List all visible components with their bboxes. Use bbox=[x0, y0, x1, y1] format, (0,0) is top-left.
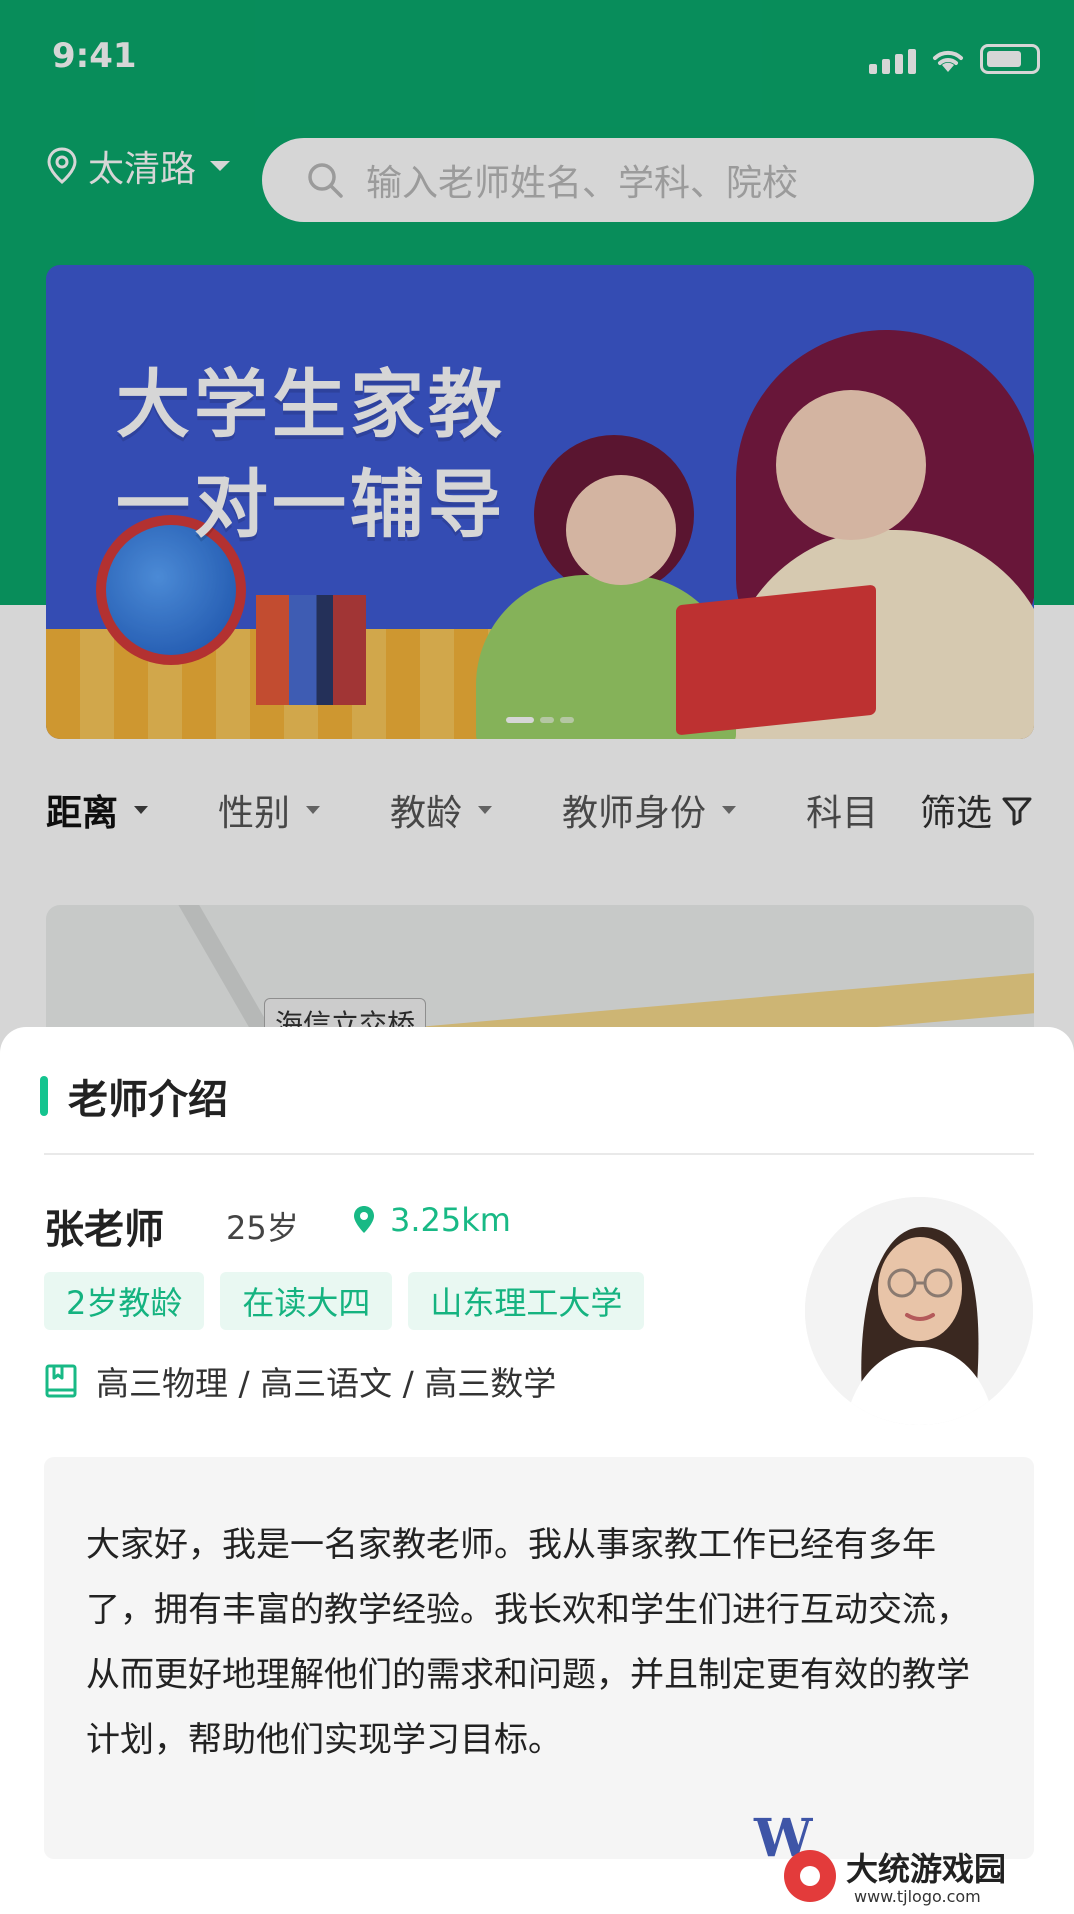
tag-university: 山东理工大学 bbox=[408, 1272, 645, 1330]
teacher-bio: 大家好，我是一名家教老师。我从事家教工作已经有多年了，拥有丰富的教学经验。我长欢… bbox=[44, 1457, 1034, 1859]
teacher-avatar[interactable] bbox=[805, 1197, 1033, 1425]
teacher-age: 25岁 bbox=[226, 1209, 299, 1247]
book-icon bbox=[45, 1364, 77, 1398]
bio-text: 大家好，我是一名家教老师。我从事家教工作已经有多年了，拥有丰富的教学经验。我长欢… bbox=[86, 1525, 970, 1760]
watermark-url: www.tjlogo.com bbox=[854, 1887, 981, 1906]
teacher-detail-sheet: 老师介绍 张老师 25岁 3.25km 2岁教龄 在读大四 山东理工大学 高三物… bbox=[0, 1027, 1074, 1914]
title-accent-bar bbox=[40, 1076, 48, 1116]
watermark-brand: 大统游戏园 bbox=[846, 1850, 1006, 1888]
tag-status: 在读大四 bbox=[220, 1272, 393, 1330]
teacher-distance: 3.25km bbox=[352, 1201, 511, 1239]
sheet-title: 老师介绍 bbox=[68, 1077, 228, 1123]
teacher-tags: 2岁教龄 在读大四 山东理工大学 bbox=[44, 1272, 645, 1330]
site-watermark: W 大统游戏园 www.tjlogo.com bbox=[748, 1808, 1068, 1908]
distance-pin-icon bbox=[354, 1206, 374, 1233]
tag-teaching-years: 2岁教龄 bbox=[44, 1272, 205, 1330]
teacher-subjects: 高三物理 / 高三语文 / 高三数学 bbox=[44, 1357, 556, 1405]
avatar-image bbox=[805, 1197, 1033, 1425]
divider bbox=[44, 1153, 1034, 1155]
sheet-header: 老师介绍 bbox=[40, 1067, 228, 1125]
teacher-name: 张老师 bbox=[44, 1207, 164, 1253]
